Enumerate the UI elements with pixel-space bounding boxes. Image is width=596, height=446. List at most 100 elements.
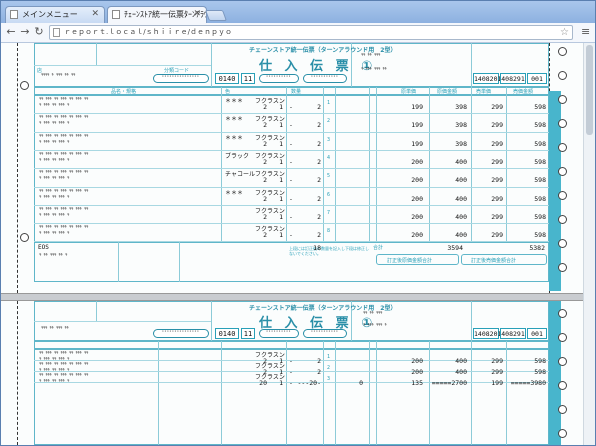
reload-icon[interactable]: ↻ (32, 25, 46, 39)
chain-code: 0140 (215, 73, 239, 84)
punch-hole (558, 47, 567, 56)
toolbar: ← → ↻ ｒｅｐｏｒｔ.ｌｏｃａｌ/ｓｈｉｉｒｅ/ｄｅｎｐｙｏ ☆ ≡ (1, 23, 595, 43)
line-number: 1 (327, 354, 331, 360)
shop-name: ｷｷｷﾞｷｷﾞｷｷｷﾞｷｷ (41, 326, 69, 331)
line-number: 6 (327, 191, 331, 198)
tractor-band (549, 301, 561, 445)
color-mark: チャコール (225, 171, 255, 179)
price-amount: 598 (534, 231, 546, 240)
color-mark: ブラック (225, 152, 250, 160)
unit-cost: 200 (411, 194, 423, 203)
unit-1: 2 (263, 212, 267, 221)
product-name-line-2: ｷﾞｷｷｷﾞｷｷﾞｷｷｷﾞｷ (39, 103, 70, 108)
product-name-line-1: ｷｷﾞｷｷｷﾞｷｷﾞｷｷｷﾞｷｷﾞｷｷｷﾞｷｷ (39, 362, 89, 367)
product-name-line-1: ｷｷﾞｷｷｷﾞｷｷﾞｷｷｷﾞｷｷﾞｷｷｷﾞｷｷ (39, 206, 89, 212)
dash: - (289, 231, 293, 240)
total-price: 5382 (529, 244, 545, 252)
quantity: 2 (317, 212, 321, 221)
close-icon[interactable]: ✕ (91, 7, 99, 22)
line-number: 5 (327, 173, 331, 180)
voucher-no-3: 001 (527, 73, 547, 84)
unit-2: 1 (279, 212, 283, 221)
quantity: 2 (317, 176, 321, 185)
forward-icon[interactable]: → (18, 25, 32, 39)
unit-2: 1 (279, 194, 283, 203)
perforation-left (17, 301, 27, 445)
price-amount: =====3980 (510, 379, 546, 387)
divider (506, 87, 507, 242)
unit-price: 299 (491, 194, 503, 203)
product-name-line-1: ｷｷﾞｷｷｷﾞｷｷﾞｷｷｷﾞｷｷﾞｷｷｷﾞｷｷ (39, 115, 89, 121)
vertical-scrollbar[interactable] (583, 43, 595, 445)
punch-hole (558, 191, 567, 200)
punch-hole (558, 215, 567, 224)
voucher-no-2: 408291 (500, 328, 526, 339)
form-title: 仕 入 伝 票 ① (259, 59, 377, 74)
divider (506, 341, 507, 445)
close-icon[interactable]: ✕ (193, 7, 201, 22)
punch-hole (558, 357, 567, 366)
voucher-no-3: 001 (527, 328, 547, 339)
quantity: ---20- (297, 379, 321, 387)
unit-1: 2 (263, 139, 267, 148)
code-box-a: ﾟﾟﾟﾟﾟﾟﾟﾟﾟﾟ (259, 74, 299, 83)
unit-cost: 200 (411, 357, 423, 365)
color-mark: ＊＊＊ (225, 189, 244, 197)
code-box-b: ﾟﾟﾟﾟﾟﾟﾟﾟﾟﾟﾟ (303, 74, 347, 83)
divider (471, 43, 472, 87)
menu-icon[interactable]: ≡ (581, 25, 590, 38)
divider (471, 301, 472, 341)
product-name-line-1: ｷｷﾞｷｷｷﾞｷｷﾞｷｷｷﾞｷｷﾞｷｷｷﾞｷｷ (39, 225, 89, 231)
footer-note-line: ｷﾞｷｷﾞｷｷｷﾞｷｷﾞｷ (39, 253, 68, 258)
new-tab-button[interactable] (204, 10, 228, 21)
divider (471, 341, 472, 445)
label-category: 分類コード (164, 68, 190, 74)
divider (34, 65, 211, 66)
quantity: 2 (317, 231, 321, 240)
dash: - (289, 357, 293, 365)
col-cost: 原単価 (401, 89, 417, 95)
address-bar[interactable]: ｒｅｐｏｒｔ.ｌｏｃａｌ/ｓｈｉｉｒｅ/ｄｅｎｐｙｏ ☆ (49, 25, 573, 40)
punch-hole (558, 429, 567, 438)
page-icon (112, 10, 120, 19)
price-amount: 598 (534, 368, 546, 376)
dash: - (289, 194, 293, 203)
divider (429, 341, 430, 445)
punch-hole (558, 71, 567, 80)
unit-price: 299 (491, 103, 503, 111)
total-qty: 18 (313, 244, 321, 252)
page-separator (1, 293, 595, 301)
stamp-box-2 (461, 254, 547, 265)
product-name-line-1: ｷｷﾞｷｷｷﾞｷｷﾞｷｷｷﾞｷｷﾞｷｷｷﾞｷｷ (39, 151, 89, 157)
divider (211, 43, 212, 87)
unit-cost: 199 (411, 121, 423, 130)
bookmark-star-icon[interactable]: ☆ (560, 26, 569, 39)
store-code: 11 (241, 73, 255, 84)
unit-cost: 200 (411, 176, 423, 185)
back-icon[interactable]: ← (4, 25, 18, 39)
cost-amount: 398 (455, 103, 467, 111)
unit-cost: 200 (411, 231, 423, 240)
dash: - (289, 121, 293, 130)
punch-hole (558, 333, 567, 342)
unit-price: 299 (491, 176, 503, 185)
supplier-name: ｷｷﾞｷｷﾞｷｷｷ (361, 53, 381, 58)
price-amount: 598 (534, 357, 546, 365)
tab-voucher[interactable]: ﾁｪｰﾝｽﾄｱ統一伝票ﾀｰﾝｱﾗｳﾝﾄﾞ ✕ (107, 6, 207, 24)
unit-1: 2 (263, 194, 267, 203)
divider (158, 341, 159, 445)
punch-hole (558, 167, 567, 176)
unit-price: 299 (491, 157, 503, 166)
tab-strip: メインメニュー ✕ ﾁｪｰﾝｽﾄｱ統一伝票ﾀｰﾝｱﾗｳﾝﾄﾞ ✕ (1, 1, 595, 24)
col-qty: 数量 (291, 89, 302, 95)
unit-price: 299 (491, 231, 503, 240)
scrollbar-thumb[interactable] (586, 45, 593, 135)
tab-main-menu[interactable]: メインメニュー ✕ (5, 6, 105, 23)
dash: - (289, 103, 293, 111)
voucher-no-1: 1408201 (473, 73, 502, 84)
page-icon (53, 28, 60, 37)
unit-price: 299 (491, 212, 503, 221)
quantity: 2 (317, 103, 321, 111)
unit-price: 299 (491, 121, 503, 130)
browser-window: メインメニュー ✕ ﾁｪｰﾝｽﾄｱ統一伝票ﾀｰﾝｱﾗｳﾝﾄﾞ ✕ ← → ↻ ｒ… (0, 0, 596, 446)
